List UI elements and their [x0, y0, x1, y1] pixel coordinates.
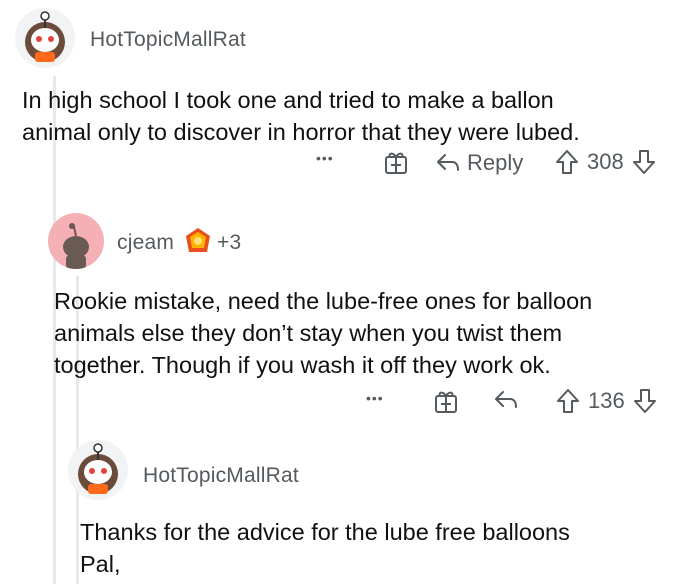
reply-icon: [495, 391, 517, 408]
vote-group: 136: [556, 388, 657, 414]
avatar[interactable]: [48, 213, 104, 269]
ellipsis-icon: •••: [366, 390, 384, 406]
username[interactable]: HotTopicMallRat: [90, 28, 246, 52]
comment-line: animals else they don’t stay when you tw…: [54, 320, 563, 346]
upvote-icon[interactable]: [555, 149, 579, 175]
username[interactable]: HotTopicMallRat: [143, 464, 299, 488]
avatar[interactable]: [68, 440, 128, 500]
award-button[interactable]: [433, 388, 459, 414]
comment-line: In high school I took one and tried to m…: [22, 87, 554, 113]
comment-text: In high school I took one and tried to m…: [22, 84, 580, 148]
upvote-icon[interactable]: [556, 388, 580, 414]
award-icon: [186, 228, 210, 252]
award-badge: [183, 226, 213, 256]
award-button[interactable]: [383, 149, 409, 175]
comment-line: Pal,: [80, 551, 121, 577]
comment-line: animal only to discover in horror that t…: [22, 119, 580, 145]
comment-text: Rookie mistake, need the lube-free ones …: [54, 285, 592, 381]
score: 136: [588, 388, 625, 413]
reply-label: Reply: [467, 150, 524, 175]
comment-text: Thanks for the advice for the lube free …: [80, 516, 570, 580]
more-button[interactable]: •••: [316, 150, 334, 166]
more-button[interactable]: •••: [366, 390, 384, 406]
reply-button[interactable]: [493, 389, 519, 411]
vote-group: 308: [555, 149, 656, 175]
score: 308: [587, 149, 624, 174]
gift-icon: [435, 391, 457, 413]
ellipsis-icon: •••: [316, 150, 334, 166]
comment-line: Rookie mistake, need the lube-free ones …: [54, 288, 593, 314]
award-count: +3: [217, 231, 242, 254]
downvote-icon[interactable]: [632, 149, 656, 175]
reply-button[interactable]: Reply: [435, 150, 523, 176]
comment-line: together. Though if you wash it off they…: [54, 352, 551, 378]
comment-line: Thanks for the advice for the lube free …: [80, 519, 570, 545]
avatar[interactable]: [15, 8, 75, 68]
downvote-icon[interactable]: [633, 388, 657, 414]
reply-icon: [437, 154, 459, 171]
gift-icon: [385, 152, 407, 174]
username[interactable]: cjeam: [117, 231, 174, 255]
